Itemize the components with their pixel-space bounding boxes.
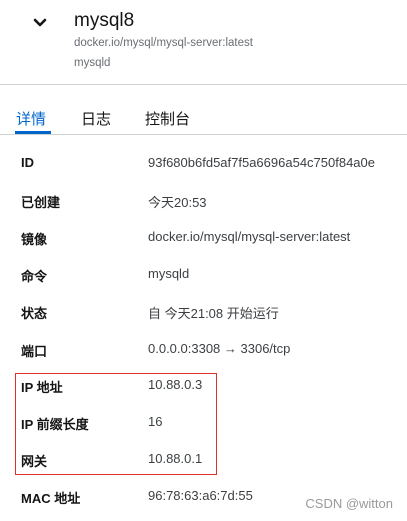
tab-bar: 详情 日志 控制台	[0, 84, 407, 135]
detail-value-image: docker.io/mysql/mysql-server:latest	[148, 229, 351, 244]
container-image: docker.io/mysql/mysql-server:latest	[74, 37, 253, 49]
detail-label-created: 已创建	[21, 195, 61, 210]
tab-logs[interactable]: 日志	[81, 108, 111, 129]
watermark: CSDN @witton	[305, 496, 393, 511]
tab-details[interactable]: 详情	[16, 108, 46, 129]
detail-value-mac-address: 96:78:63:a6:7d:55	[148, 488, 253, 503]
detail-label-command: 命令	[21, 269, 48, 284]
detail-value-ports: 0.0.0.0:3308 → 3306/tcp	[148, 341, 291, 356]
detail-label-id: ID	[21, 155, 34, 170]
detail-label-ports: 端口	[21, 344, 48, 359]
detail-value-command: mysqld	[148, 266, 190, 281]
detail-label-mac-address: MAC 地址	[21, 491, 81, 506]
detail-label-state: 状态	[21, 306, 48, 321]
container-name: mysql8	[74, 10, 135, 31]
active-tab-indicator	[15, 131, 51, 134]
tab-console[interactable]: 控制台	[145, 108, 190, 129]
detail-value-state: 自 今天21:08 开始运行	[148, 306, 279, 321]
network-highlight-box	[15, 373, 217, 475]
chevron-down-icon[interactable]	[32, 15, 48, 31]
container-header: mysql8 docker.io/mysql/mysql-server:late…	[0, 0, 407, 85]
detail-label-image: 镜像	[21, 232, 48, 247]
container-command: mysqld	[74, 57, 111, 69]
detail-value-created: 今天20:53	[148, 195, 207, 210]
detail-value-id: 93f680b6fd5af7f5a6696a54c750f84a0e	[148, 155, 375, 170]
